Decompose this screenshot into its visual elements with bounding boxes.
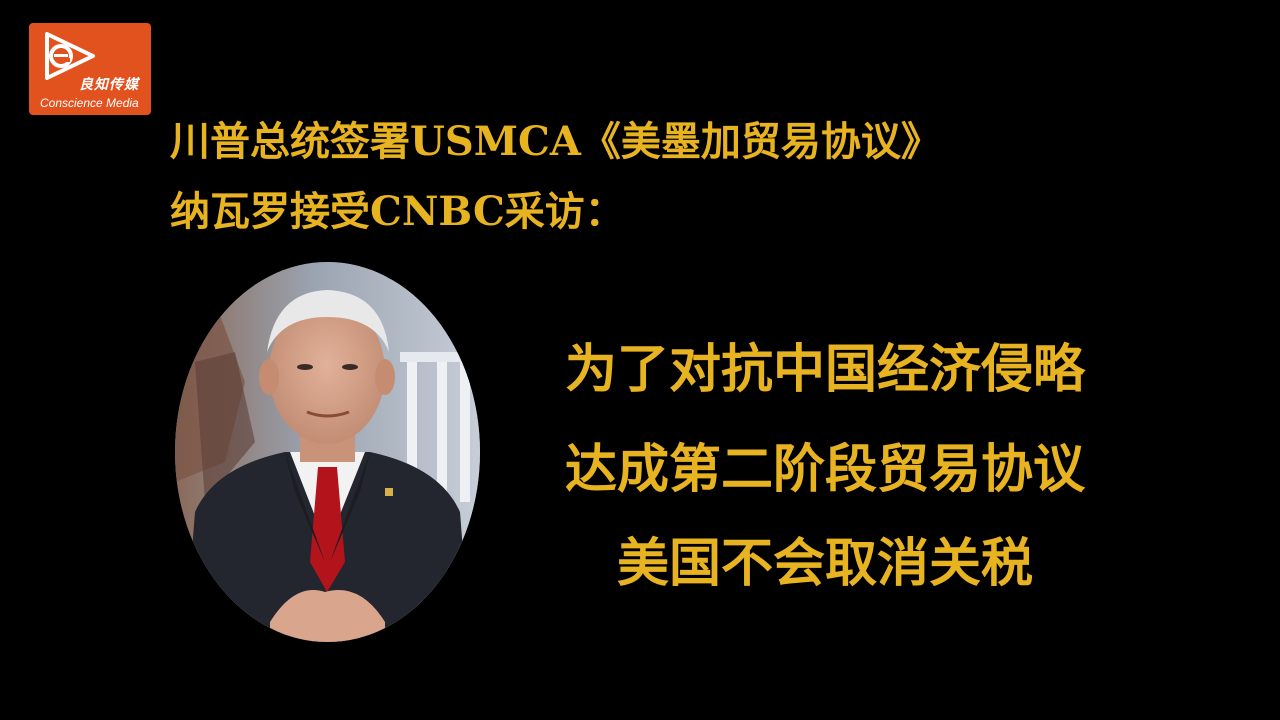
quote-line-2: 达成第二阶段贸易协议 (564, 440, 1085, 500)
headline-line-1: 川普总统签署USMCA《美墨加贸易协议》 (170, 118, 941, 165)
conscience-media-logo: 良知传媒 Conscience Media (29, 23, 151, 115)
logo-chinese-name: 良知传媒 (79, 77, 139, 93)
speaker-portrait (175, 262, 480, 642)
logo-english-name: Conscience Media (40, 96, 139, 110)
quote-line-3: 美国不会取消关税 (616, 534, 1033, 594)
headline-line-2: 纳瓦罗接受CNBC采访： (170, 188, 625, 235)
quote-line-1: 为了对抗中国经济侵略 (564, 340, 1085, 400)
speaker-portrait-illustration (175, 262, 480, 642)
